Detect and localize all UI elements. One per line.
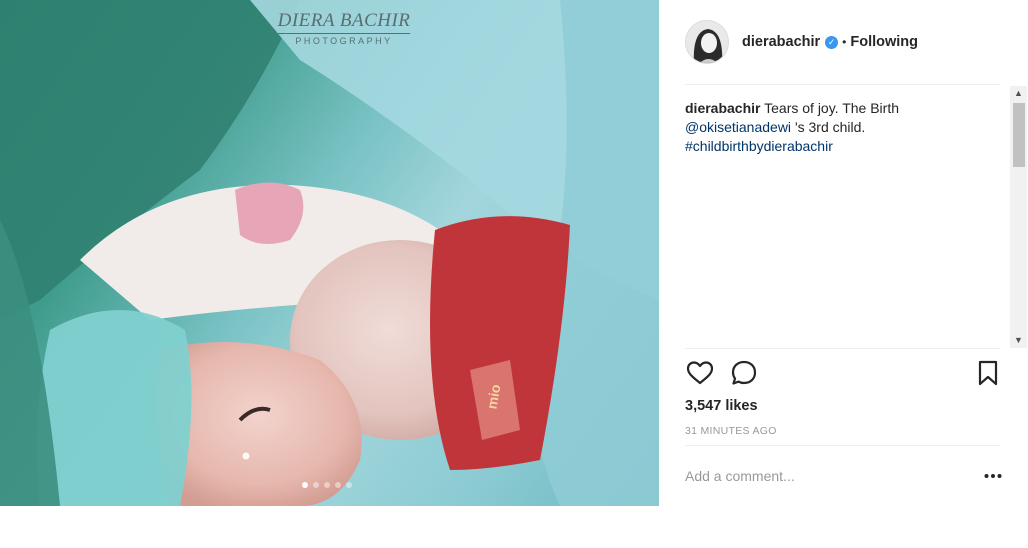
caption-username[interactable]: dierabachir — [685, 100, 760, 116]
actions-divider — [685, 348, 1000, 349]
caption-text-continued: 's 3rd child. — [794, 119, 866, 135]
ellipsis-icon[interactable] — [983, 466, 1003, 486]
post-actions — [685, 358, 1001, 390]
caption-mention-link[interactable]: @okisetianadewi — [685, 119, 791, 135]
bookmark-icon[interactable] — [973, 358, 1003, 388]
header-separator: • — [842, 35, 847, 49]
carousel-dot-1[interactable] — [302, 482, 308, 488]
carousel-dot-5[interactable] — [346, 482, 352, 488]
post-caption: dierabachir Tears of joy. The Birth @oki… — [685, 99, 999, 156]
carousel-dots — [302, 482, 352, 488]
add-comment-input[interactable] — [685, 462, 965, 490]
likes-count[interactable]: 3,547 likes — [685, 398, 758, 414]
heart-icon[interactable] — [685, 358, 715, 388]
comments-scrollbar[interactable]: ▲ ▼ — [1010, 86, 1027, 348]
scroll-up-arrow-icon[interactable]: ▲ — [1010, 86, 1027, 101]
caption-text: Tears of joy. The Birth — [764, 100, 899, 116]
caption-hashtag-link[interactable]: #childbirthbydierabachir — [685, 138, 833, 154]
carousel-dot-4[interactable] — [335, 482, 341, 488]
scrollbar-thumb[interactable] — [1013, 103, 1025, 167]
comment-bubble-icon[interactable] — [729, 358, 759, 388]
scroll-down-arrow-icon[interactable]: ▼ — [1010, 333, 1027, 348]
post-side-panel: dierabachir ✓ • Following dierabachir Te… — [659, 0, 1028, 506]
header-divider — [685, 84, 1000, 85]
watermark-divider — [278, 33, 410, 34]
carousel-dot-2[interactable] — [313, 482, 319, 488]
comment-divider — [685, 445, 1000, 446]
following-button[interactable]: Following — [850, 34, 918, 50]
post-photo[interactable]: mio DIERA BACHIR PHOTOGRAPHY — [0, 0, 659, 506]
post-timestamp[interactable]: 31 MINUTES AGO — [685, 425, 777, 437]
photo-illustration: mio — [0, 0, 659, 506]
verified-badge-icon: ✓ — [825, 35, 839, 49]
post-header: dierabachir ✓ • Following — [659, 0, 1028, 84]
watermark-name: DIERA BACHIR — [277, 10, 411, 31]
photographer-watermark: DIERA BACHIR PHOTOGRAPHY — [272, 10, 416, 46]
avatar-image — [686, 21, 728, 63]
watermark-subtitle: PHOTOGRAPHY — [295, 36, 393, 46]
comments-area: dierabachir Tears of joy. The Birth @oki… — [685, 99, 999, 347]
carousel-dot-3[interactable] — [324, 482, 330, 488]
author-avatar[interactable] — [685, 20, 729, 64]
author-username[interactable]: dierabachir — [742, 34, 820, 50]
